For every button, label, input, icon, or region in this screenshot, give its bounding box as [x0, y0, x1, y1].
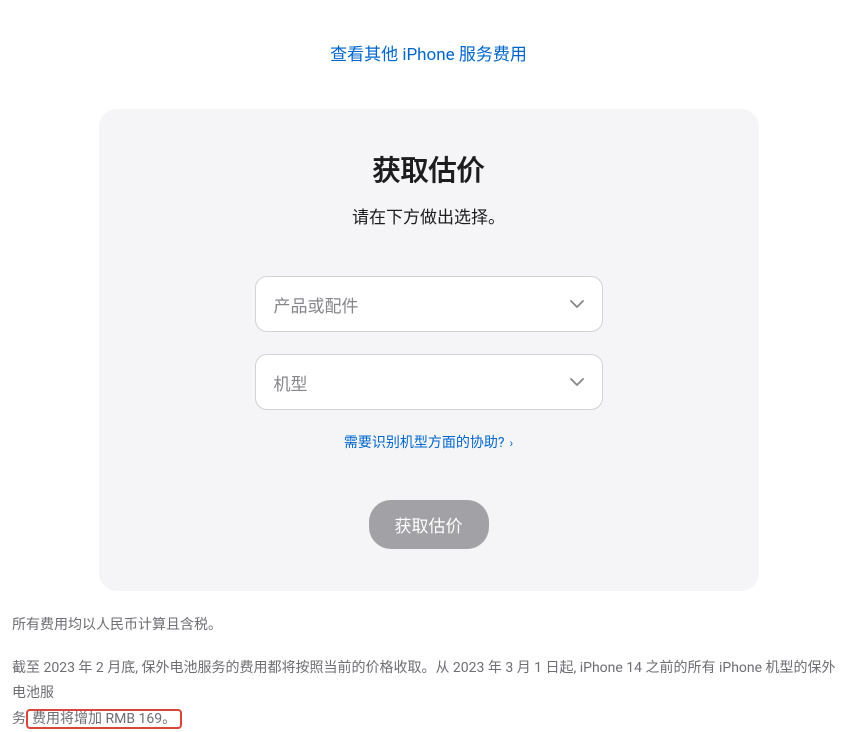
footer-text: 所有费用均以人民币计算且含税。 截至 2023 年 2 月底, 保外电池服务的费…: [10, 613, 847, 732]
top-link-wrapper: 查看其他 iPhone 服务费用: [10, 0, 847, 81]
help-link-label: 需要识别机型方面的协助?: [344, 435, 505, 451]
view-other-services-link[interactable]: 查看其他 iPhone 服务费用: [330, 45, 527, 65]
model-select-wrapper: 机型: [255, 354, 603, 410]
model-help-link[interactable]: 需要识别机型方面的协助? ›: [344, 435, 513, 451]
chevron-down-icon: [570, 375, 584, 389]
product-select-placeholder: 产品或配件: [274, 292, 359, 317]
help-link-wrapper: 需要识别机型方面的协助? ›: [149, 432, 709, 452]
product-select-wrapper: 产品或配件: [255, 276, 603, 332]
footer-line-2a: 截至 2023 年 2 月底, 保外电池服务的费用都将按照当前的价格收取。从 2…: [12, 660, 836, 701]
card-subtitle: 请在下方做出选择。: [149, 203, 709, 228]
footer-line-2b: 务: [12, 711, 26, 727]
product-select[interactable]: 产品或配件: [255, 276, 603, 332]
get-estimate-button[interactable]: 获取估价: [369, 500, 489, 549]
chevron-right-icon: ›: [507, 436, 514, 450]
model-select-placeholder: 机型: [274, 370, 308, 395]
model-select[interactable]: 机型: [255, 354, 603, 410]
estimate-card: 获取估价 请在下方做出选择。 产品或配件 机型 需要识别机型方面的协助? ›: [99, 109, 759, 591]
card-title: 获取估价: [149, 149, 709, 189]
footer-line-2: 截至 2023 年 2 月底, 保外电池服务的费用都将按照当前的价格收取。从 2…: [12, 656, 845, 732]
footer-line-1: 所有费用均以人民币计算且含税。: [12, 613, 845, 638]
chevron-down-icon: [570, 297, 584, 311]
price-highlight: 费用将增加 RMB 169。: [26, 709, 182, 729]
